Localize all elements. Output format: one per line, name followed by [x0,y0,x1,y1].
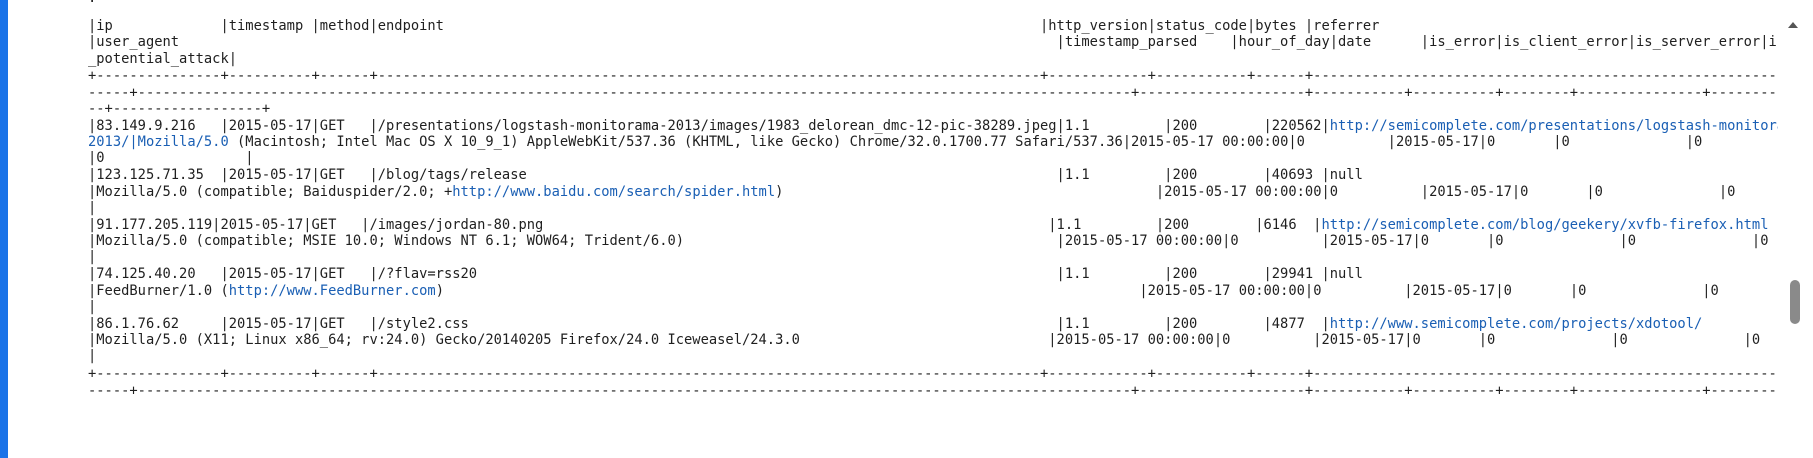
referrer-link[interactable]: http://semicomplete.com/presentations/lo… [1330,118,1778,134]
table-row-wrap-end: | [88,299,97,315]
referrer-link[interactable]: http://semicomplete.com/blog/geekery/xvf… [1321,217,1768,233]
referrer-link-continued[interactable]: 2013/|Mozilla/5.0 [88,134,229,150]
row-cells: |FeedBurner/1.0 ( [88,283,229,299]
table-separator: +---------------+----------+------+-----… [88,68,1778,84]
table-row-wrap: |Mozilla/5.0 (X11; Linux x86_64; rv:24.0… [88,332,1761,348]
row-cells: ) |2015-05-17 00:00:00|0 |2015-05-17|0 |… [775,184,1778,200]
table-row: |123.125.71.35 |2015-05-17|GET |/blog/ta… [88,167,1363,183]
table-row-wrap: 2013/|Mozilla/5.0 (Macintosh; Intel Mac … [88,134,1702,150]
table-row-wrap: |Mozilla/5.0 (compatible; MSIE 10.0; Win… [88,233,1769,249]
cell-focus-indicator [0,0,8,458]
table-row-wrap-end: | [88,348,97,364]
table-separator-wrap-end: --+------------------+ [88,101,271,117]
table-row: |74.125.40.20 |2015-05-17|GET |/?flav=rs… [88,266,1363,282]
table-row-wrap: |FeedBurner/1.0 (http://www.FeedBurner.c… [88,283,1778,299]
table-header-line-3: _potential_attack| [88,51,238,67]
table-bottom-separator-wrap: -----+----------------------------------… [88,383,1778,399]
scrollbar-thumb[interactable] [1790,280,1800,324]
table-output: . |ip |timestamp |method|endpoint |http_… [88,0,1778,458]
table-row: |91.177.205.119|2015-05-17|GET |/images/… [88,217,1768,233]
table-header-line-1: |ip |timestamp |method|endpoint |http_ve… [88,18,1380,34]
row-cells: ) |2015-05-17 00:00:00|0 |2015-05-17|0 |… [435,283,1778,299]
output-top-fragment: . [88,0,96,6]
table-row-wrap-end: | [88,249,97,265]
table-row: |83.149.9.216 |2015-05-17|GET |/presenta… [88,118,1778,134]
row-cells: |91.177.205.119|2015-05-17|GET |/images/… [88,217,1322,233]
table-row-wrap: |Mozilla/5.0 (compatible; Baiduspider/2.… [88,184,1778,200]
table-row: |86.1.76.62 |2015-05-17|GET |/style2.css… [88,316,1702,332]
table-separator-wrap: -----+----------------------------------… [88,85,1778,101]
vertical-scrollbar[interactable] [1775,0,1813,458]
row-cells: |Mozilla/5.0 (compatible; Baiduspider/2.… [88,184,453,200]
row-cells: |83.149.9.216 |2015-05-17|GET |/presenta… [88,118,1330,134]
row-cells: |86.1.76.62 |2015-05-17|GET |/style2.css… [88,316,1330,332]
user-agent-link[interactable]: http://www.FeedBurner.com [229,283,436,299]
table-row-wrap-end: | [88,200,97,216]
table-bottom-separator: +---------------+----------+------+-----… [88,366,1778,382]
user-agent-link[interactable]: http://www.baidu.com/search/spider.html [452,184,775,200]
scroll-up-arrow-icon[interactable] [1788,22,1798,28]
table-row-wrap-end: |0 | [88,150,254,166]
referrer-link[interactable]: http://www.semicomplete.com/projects/xdo… [1330,316,1703,332]
table-header-line-2: |user_agent |timestamp_parsed |hour_of_d… [88,34,1778,50]
row-cells: (Macintosh; Intel Mac OS X 10_9_1) Apple… [228,134,1703,150]
